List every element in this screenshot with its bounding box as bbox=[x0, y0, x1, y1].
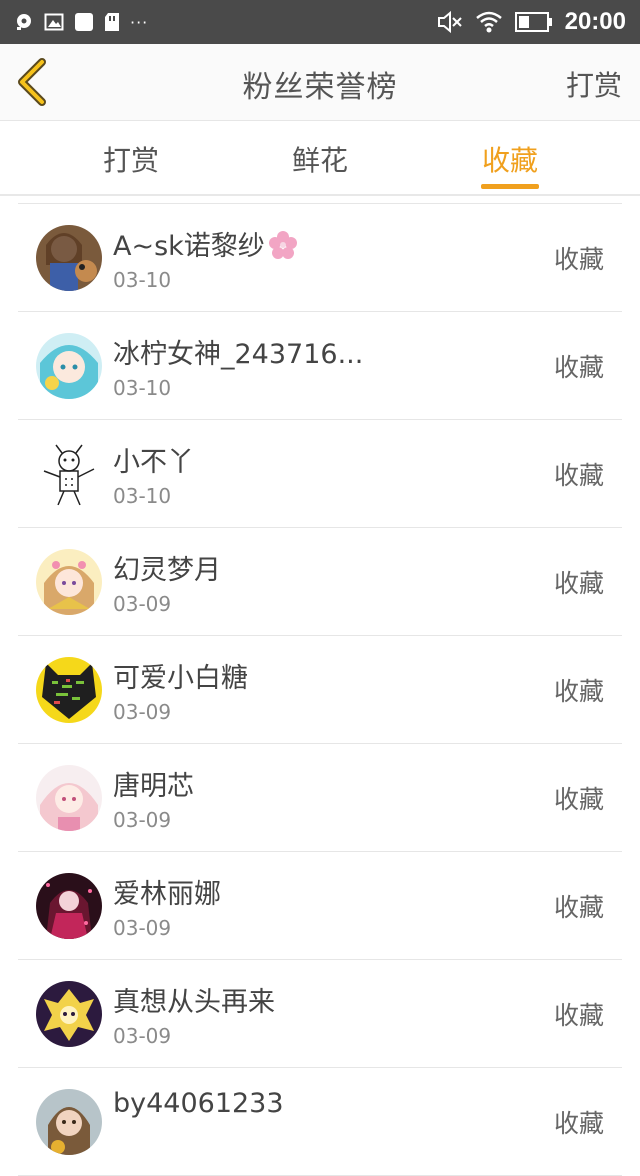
user-name: 唐明芯 bbox=[113, 771, 194, 802]
date-label: 03-09 bbox=[113, 1024, 172, 1048]
tab-reward[interactable]: 打赏 bbox=[103, 139, 159, 179]
user-name: 小不丫 bbox=[113, 447, 194, 478]
list-item[interactable]: 小不丫 03-10 收藏 bbox=[18, 420, 622, 528]
battery-icon bbox=[514, 12, 552, 32]
record-type: 收藏 bbox=[553, 893, 604, 922]
avatar[interactable] bbox=[36, 225, 102, 291]
mute-icon bbox=[437, 10, 462, 34]
status-left-icons: ··· bbox=[14, 10, 148, 34]
fans-list[interactable]: A~sk诺黎纱 03-10 收藏 冰柠女神_243716... 03-10 收藏 bbox=[18, 203, 622, 1176]
record-type: 收藏 bbox=[553, 569, 604, 598]
user-name: 真想从头再来 bbox=[113, 987, 275, 1018]
list-item[interactable]: 冰柠女神_243716... 03-10 收藏 bbox=[18, 312, 622, 420]
avatar[interactable] bbox=[36, 1089, 102, 1155]
avatar[interactable] bbox=[36, 657, 102, 723]
overflow-indicator: ··· bbox=[130, 12, 149, 32]
list-item[interactable]: 幻灵梦月 03-09 收藏 bbox=[18, 528, 622, 636]
wifi-icon bbox=[475, 11, 502, 33]
avatar[interactable] bbox=[36, 333, 102, 399]
user-name: 冰柠女神_243716... bbox=[113, 339, 364, 370]
record-type: 收藏 bbox=[553, 1109, 604, 1138]
date-label: 03-09 bbox=[113, 916, 172, 940]
record-type: 收藏 bbox=[553, 353, 604, 382]
reward-action-button[interactable]: 打赏 bbox=[566, 64, 622, 104]
tab-flowers[interactable]: 鲜花 bbox=[292, 139, 348, 179]
notification-icon bbox=[17, 14, 31, 30]
active-tab-indicator bbox=[481, 184, 539, 189]
status-bar: ··· 20:00 bbox=[0, 0, 640, 44]
record-type: 收藏 bbox=[553, 245, 604, 274]
user-name: 幻灵梦月 bbox=[113, 555, 221, 586]
user-name: 爱林丽娜 bbox=[113, 879, 221, 910]
avatar[interactable] bbox=[36, 765, 102, 831]
image-icon bbox=[44, 13, 64, 31]
user-name: A~sk诺黎纱 bbox=[113, 224, 299, 263]
flower-icon bbox=[268, 231, 297, 259]
status-right-icons: 20:00 bbox=[437, 6, 626, 38]
date-label: 03-10 bbox=[113, 484, 172, 508]
list-item[interactable]: by44061233 收藏 bbox=[18, 1068, 622, 1176]
avatar[interactable] bbox=[36, 981, 102, 1047]
date-label: 03-09 bbox=[113, 808, 172, 832]
page-title: 粉丝荣誉榜 bbox=[242, 70, 398, 105]
date-label: 03-09 bbox=[113, 592, 172, 616]
tab-bar: 打赏 鲜花 收藏 bbox=[0, 121, 640, 196]
list-item[interactable]: A~sk诺黎纱 03-10 收藏 bbox=[18, 204, 622, 312]
avatar[interactable] bbox=[36, 873, 102, 939]
user-name: 可爱小白糖 bbox=[113, 663, 248, 694]
list-item[interactable]: 可爱小白糖 03-09 收藏 bbox=[18, 636, 622, 744]
sdcard-icon bbox=[105, 13, 119, 31]
avatar[interactable] bbox=[36, 549, 102, 615]
record-type: 收藏 bbox=[553, 785, 604, 814]
record-type: 收藏 bbox=[553, 677, 604, 706]
list-item[interactable]: 爱林丽娜 03-09 收藏 bbox=[18, 852, 622, 960]
date-label: 03-09 bbox=[113, 700, 172, 724]
date-label: 03-10 bbox=[113, 376, 172, 400]
tab-favorites[interactable]: 收藏 bbox=[482, 139, 538, 179]
avatar[interactable] bbox=[36, 441, 102, 507]
app-header: 粉丝荣誉榜 打赏 bbox=[0, 44, 640, 121]
list-item[interactable]: 真想从头再来 03-09 收藏 bbox=[18, 960, 622, 1068]
list-item[interactable]: 唐明芯 03-09 收藏 bbox=[18, 744, 622, 852]
date-label: 03-10 bbox=[113, 268, 172, 292]
record-type: 收藏 bbox=[553, 461, 604, 490]
app-icon bbox=[75, 13, 93, 31]
clock: 20:00 bbox=[564, 8, 626, 35]
user-name: by44061233 bbox=[113, 1088, 284, 1119]
record-type: 收藏 bbox=[553, 1001, 604, 1030]
